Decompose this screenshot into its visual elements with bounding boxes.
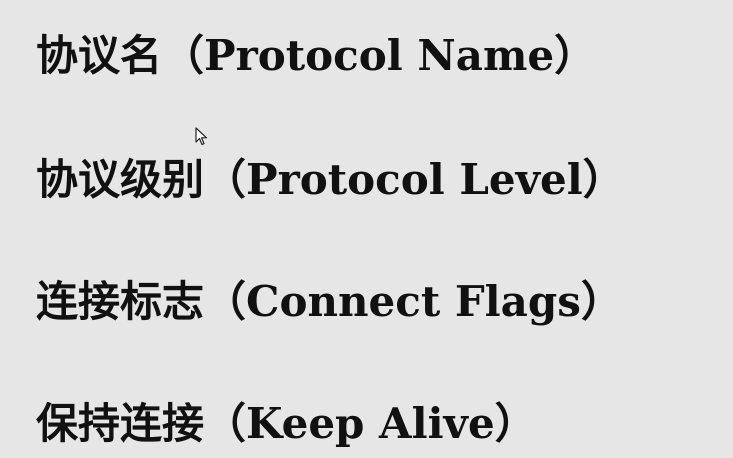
open-paren: （ — [204, 155, 247, 204]
field-label-zh: 协议级别 — [36, 155, 205, 204]
field-label-zh: 保持连接 — [36, 399, 205, 448]
open-paren: （ — [204, 277, 247, 326]
close-paren: ） — [494, 399, 537, 448]
field-label-en: Connect Flags — [246, 277, 581, 326]
close-paren: ） — [582, 155, 625, 204]
field-label-en: Protocol Level — [246, 155, 583, 204]
open-paren: （ — [162, 31, 205, 80]
field-label-zh: 协议名 — [36, 31, 163, 80]
field-protocol-level: 协议级别（Protocol Level） — [36, 150, 625, 210]
close-paren: ） — [554, 31, 597, 80]
close-paren: ） — [580, 277, 623, 326]
mouse-pointer-icon — [195, 127, 208, 146]
field-label-zh: 连接标志 — [36, 277, 205, 326]
field-connect-flags: 连接标志（Connect Flags） — [36, 272, 623, 332]
open-paren: （ — [204, 399, 247, 448]
field-protocol-name: 协议名（Protocol Name） — [36, 26, 596, 86]
field-label-en: Protocol Name — [204, 31, 555, 80]
field-keep-alive: 保持连接（Keep Alive） — [36, 394, 537, 454]
field-label-en: Keep Alive — [246, 399, 495, 448]
